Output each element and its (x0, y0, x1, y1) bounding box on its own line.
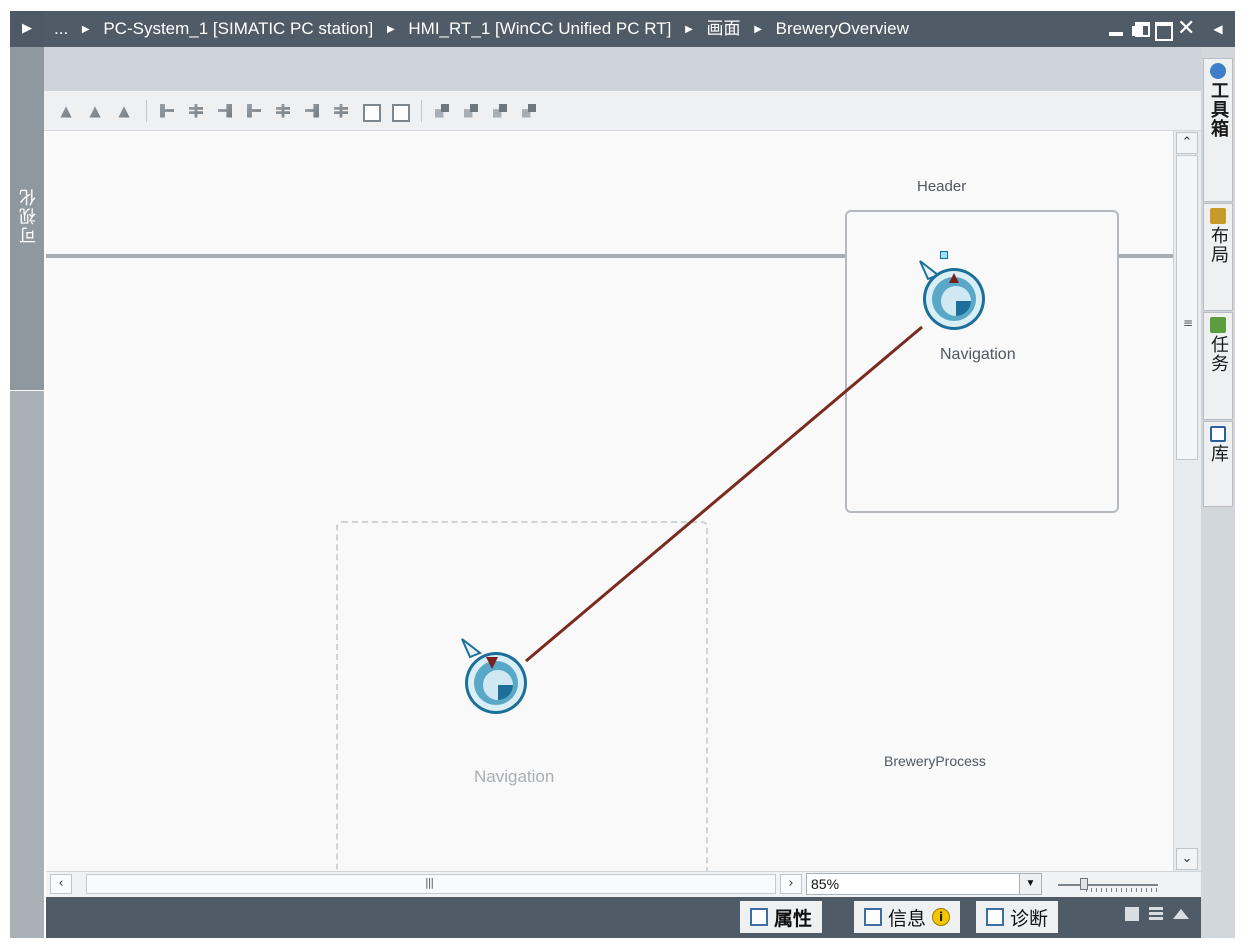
vertical-scrollbar[interactable]: ⌃ ≡ ⌄ (1173, 131, 1201, 871)
zoom-slider-ticks (1086, 888, 1158, 892)
tia-portal-screen-editor: ▶ 可视化 ... ▶ PC-System_1 [SIMATIC PC stat… (0, 0, 1253, 948)
left-collapsed-panel: ▶ 可视化 (10, 11, 44, 938)
horizontal-scroll-thumb[interactable]: ||| (86, 874, 776, 894)
flip-icon[interactable] (114, 101, 134, 121)
navigation-node-icon-top[interactable] (916, 257, 992, 339)
layout-icon (1210, 208, 1226, 224)
breadcrumb-separator-icon: ▶ (754, 23, 762, 35)
breadcrumb-item-pc-system[interactable]: PC-System_1 [SIMATIC PC station] (103, 11, 373, 47)
info-icon (864, 908, 882, 926)
tab-diagnostics-label: 诊断 (1010, 907, 1049, 930)
expand-panel-button[interactable]: ▶ (10, 11, 44, 47)
editor-title-bar: ... ▶ PC-System_1 [SIMATIC PC station] ▶… (44, 11, 1201, 47)
breadcrumb-separator-icon: ▶ (685, 23, 693, 35)
chevron-down-icon[interactable]: ▼ (1019, 874, 1041, 894)
task-card-libraries[interactable]: 库 (1203, 421, 1233, 507)
tasks-icon (1210, 317, 1226, 333)
scroll-left-icon[interactable]: ‹ (50, 874, 72, 894)
align-top-icon[interactable] (244, 101, 264, 121)
scroll-grip-icon: ≡ (1183, 316, 1194, 330)
align-right-icon[interactable] (215, 101, 235, 121)
maximize-icon[interactable] (1154, 20, 1173, 41)
minimize-icon[interactable] (1108, 20, 1124, 38)
scroll-grip-icon: ||| (425, 876, 434, 889)
info-badge-icon: i (932, 908, 951, 926)
task-card-libraries-label: 库 (1208, 444, 1229, 463)
inspector-window-controls (1125, 907, 1189, 921)
zoom-select[interactable]: 85% ▼ (806, 873, 1042, 895)
connector-line (525, 325, 923, 663)
zoom-slider-track (1058, 884, 1158, 886)
navigation-node-icon-bottom[interactable] (458, 635, 534, 717)
send-to-back-icon[interactable] (461, 101, 481, 121)
expand-up-icon[interactable] (1173, 909, 1189, 919)
task-card-tasks-label: 任务 (1208, 335, 1229, 373)
visualization-tab-label: 可视化 (20, 187, 40, 244)
close-icon[interactable]: ✕ (1177, 18, 1195, 40)
alignment-toolbar (44, 91, 1201, 131)
scroll-down-icon[interactable]: ⌄ (1176, 848, 1198, 870)
task-card-layout[interactable]: 布局 (1203, 203, 1233, 311)
scroll-right-icon[interactable]: › (780, 874, 802, 894)
breadcrumb-separator-icon: ▶ (386, 23, 395, 35)
zoom-slider-knob[interactable] (1080, 878, 1088, 890)
editor-tab-strip (44, 47, 1201, 91)
split-panel-icon[interactable] (1149, 907, 1163, 921)
task-card-toolbox[interactable]: 工具箱 (1203, 58, 1233, 202)
task-card-strip: ◀ 工具箱 布局 任务 库 (1201, 11, 1235, 938)
breadcrumb: ... ▶ PC-System_1 [SIMATIC PC station] ▶… (54, 11, 909, 47)
tab-properties-label: 属性 (774, 907, 813, 930)
breadcrumb-item-hmi-rt[interactable]: HMI_RT_1 [WinCC Unified PC RT] (408, 11, 671, 47)
properties-icon (750, 908, 768, 926)
breadcrumb-ellipsis[interactable]: ... (54, 11, 68, 47)
collapse-task-cards-icon[interactable]: ◀ (1201, 11, 1235, 47)
bring-forward-icon[interactable] (490, 101, 510, 121)
align-left-icon[interactable] (157, 101, 177, 121)
bring-to-front-icon[interactable] (432, 101, 452, 121)
zoom-value: 85% (811, 876, 840, 892)
window-controls: ✕ (1108, 11, 1195, 47)
breadcrumb-item-screen[interactable]: BreweryOverview (776, 11, 909, 47)
align-center-icon[interactable] (186, 101, 206, 121)
screen-canvas[interactable]: Header Navigation Navigation BreweryProc… (46, 131, 1173, 871)
toolbox-icon (1210, 63, 1226, 79)
tab-diagnostics[interactable]: 诊断 (976, 901, 1059, 933)
align-bottom-icon[interactable] (302, 101, 322, 121)
same-height-icon[interactable] (389, 101, 410, 122)
send-backward-icon[interactable] (519, 101, 539, 121)
toolbar-divider (421, 99, 422, 122)
diagnostics-icon (986, 908, 1004, 926)
scroll-up-icon[interactable]: ⌃ (1176, 132, 1198, 154)
inspector-tab-bar: 属性 信息 i 诊断 (46, 897, 1201, 938)
horizontal-scrollbar-and-zoom: ‹ ||| › 85% ▼ (46, 871, 1201, 897)
libraries-icon (1210, 426, 1226, 442)
zoom-slider[interactable] (1058, 878, 1158, 892)
distribute-icon[interactable] (331, 101, 351, 121)
task-card-tasks[interactable]: 任务 (1203, 312, 1233, 420)
task-card-toolbox-label: 工具箱 (1208, 81, 1229, 138)
align-middle-icon[interactable] (273, 101, 293, 121)
breadcrumb-separator-icon: ▶ (81, 23, 90, 35)
float-panel-icon[interactable] (1125, 907, 1139, 921)
tab-properties[interactable]: 属性 (740, 901, 823, 933)
rotate-right-icon[interactable] (85, 101, 105, 121)
float-window-icon[interactable] (1131, 20, 1150, 38)
vertical-scroll-thumb[interactable]: ≡ (1176, 155, 1198, 460)
rotate-left-icon[interactable] (56, 101, 76, 121)
visualization-tab[interactable]: 可视化 (10, 47, 44, 391)
breadcrumb-item-screens[interactable]: 画面 (707, 11, 741, 47)
task-card-layout-label: 布局 (1208, 226, 1229, 264)
tab-info-label: 信息 (888, 907, 927, 930)
tab-info[interactable]: 信息 i (854, 901, 961, 933)
same-width-icon[interactable] (360, 101, 381, 122)
toolbar-divider (146, 99, 147, 122)
